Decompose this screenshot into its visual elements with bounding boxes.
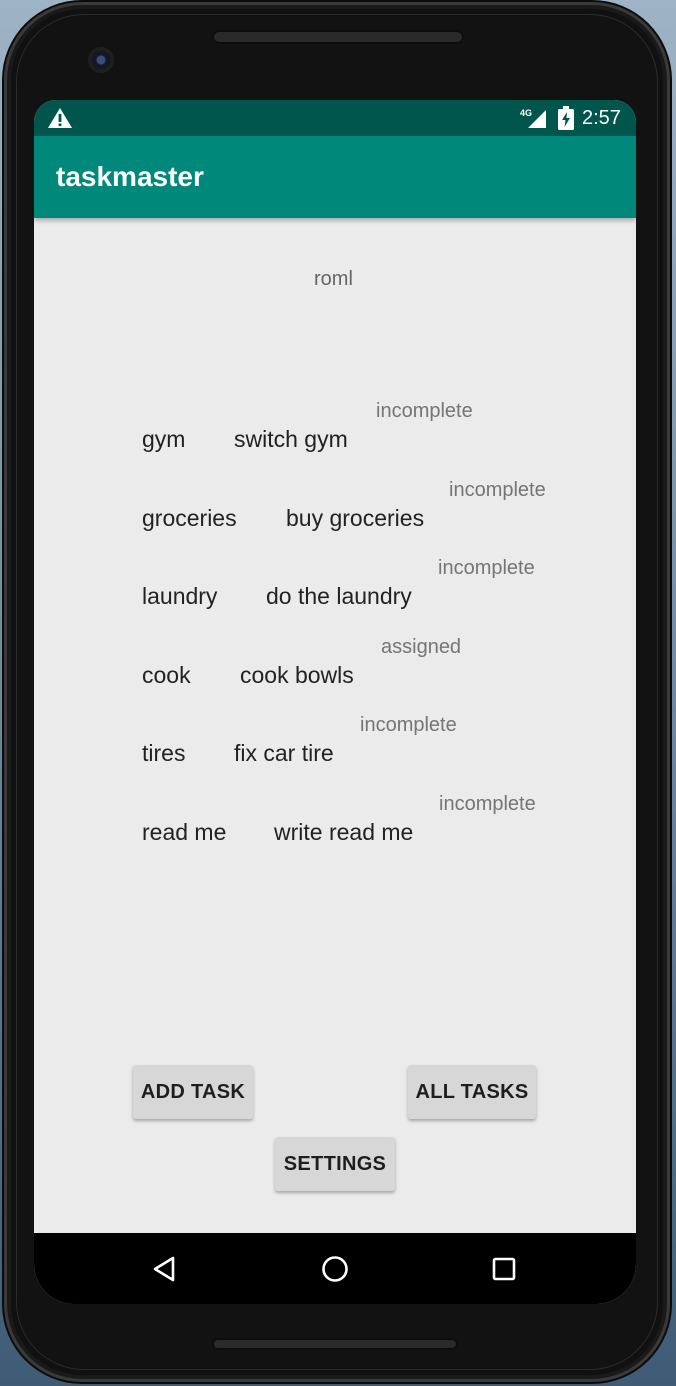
home-icon[interactable] xyxy=(320,1254,350,1284)
task-state: incomplete xyxy=(449,479,546,501)
task-body: fix car tire xyxy=(234,740,334,766)
app-bar: taskmaster xyxy=(34,136,636,218)
task-body: do the laundry xyxy=(266,583,412,609)
bottom-speaker xyxy=(212,1338,458,1350)
task-state: assigned xyxy=(381,636,462,658)
task-body: switch gym xyxy=(234,426,348,452)
warning-icon xyxy=(48,108,72,128)
task-row[interactable]: gym switch gym incomplete xyxy=(34,400,636,460)
username-label: roml xyxy=(314,268,353,290)
task-body: buy groceries xyxy=(286,505,425,531)
network-type-label: 4G xyxy=(520,108,532,118)
task-row[interactable]: read me write read me incomplete xyxy=(34,793,636,853)
earpiece-speaker xyxy=(212,30,464,44)
device-screen: 4G 2:57 taskmaster roml gym switch gym i… xyxy=(34,100,636,1304)
cell-signal-icon: 4G xyxy=(520,108,546,128)
task-row[interactable]: laundry do the laundry incomplete xyxy=(34,557,636,617)
add-task-button[interactable]: ADD TASK xyxy=(133,1065,253,1119)
battery-charging-icon xyxy=(558,106,574,130)
task-state: incomplete xyxy=(439,793,536,815)
task-title: groceries xyxy=(142,505,237,531)
task-title: gym xyxy=(142,426,186,452)
task-title: laundry xyxy=(142,583,218,609)
task-body: cook bowls xyxy=(240,662,354,688)
task-row[interactable]: cook cook bowls assigned xyxy=(34,636,636,696)
task-row[interactable]: groceries buy groceries incomplete xyxy=(34,479,636,539)
task-title: cook xyxy=(142,662,191,688)
recents-icon[interactable] xyxy=(489,1254,519,1284)
back-icon[interactable] xyxy=(150,1254,180,1284)
task-body: write read me xyxy=(274,819,414,845)
app-title: taskmaster xyxy=(56,161,204,192)
task-row[interactable]: tires fix car tire incomplete xyxy=(34,714,636,774)
task-title: tires xyxy=(142,740,186,766)
all-tasks-button[interactable]: ALL TASKS xyxy=(408,1065,536,1119)
task-state: incomplete xyxy=(360,714,457,736)
task-state: incomplete xyxy=(376,400,473,422)
status-time: 2:57 xyxy=(582,107,621,129)
front-camera xyxy=(88,47,114,73)
navigation-bar xyxy=(34,1233,636,1304)
task-state: incomplete xyxy=(438,557,535,579)
settings-button[interactable]: SETTINGS xyxy=(275,1137,395,1191)
task-title: read me xyxy=(142,819,227,845)
status-bar: 4G 2:57 xyxy=(34,100,636,136)
